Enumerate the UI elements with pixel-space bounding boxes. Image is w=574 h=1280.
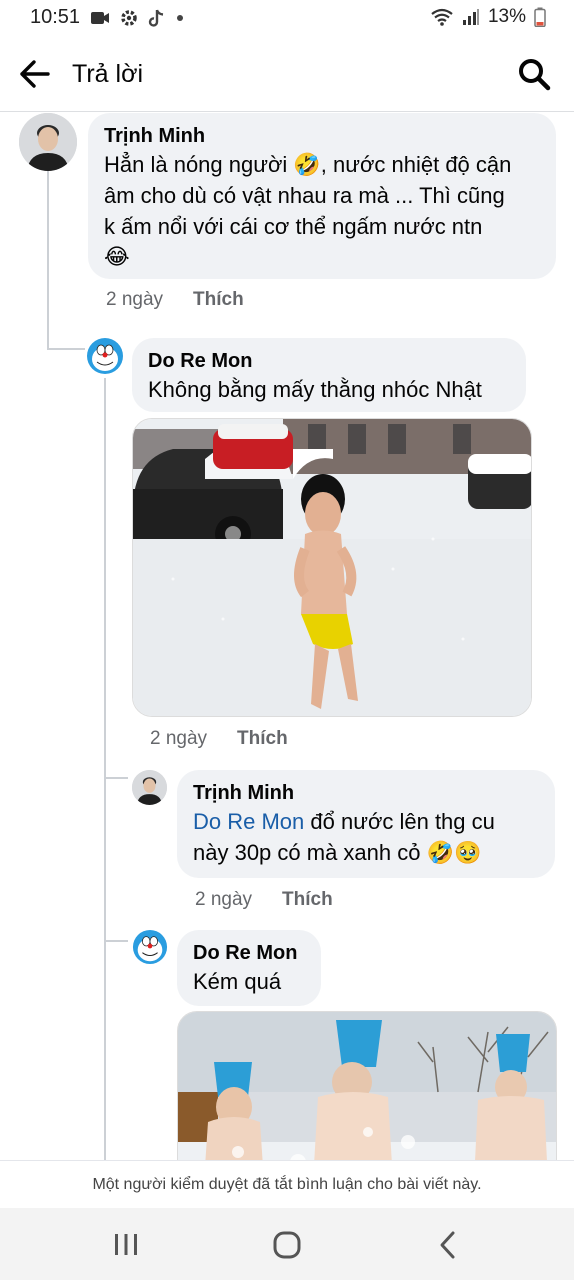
signal-icon [462, 9, 479, 25]
app-header: Trả lời [0, 36, 574, 112]
comment-author[interactable]: Do Re Mon [148, 348, 510, 374]
system-nav-bar [0, 1208, 574, 1280]
thread-line [47, 348, 85, 350]
comment-feed[interactable]: Trịnh Minh Hẳn là nóng người 🤣, nước nhi… [0, 113, 574, 1160]
comment-photo[interactable] [177, 1011, 557, 1160]
avatar[interactable] [132, 929, 168, 965]
comment-text-line: này 30p có mà xanh cỏ 🤣🥹 [193, 840, 482, 865]
snow-boy-photo [133, 419, 531, 716]
comment-bubble: Do Re Mon Không bằng mấy thằng nhóc Nhật [132, 338, 526, 412]
comment-meta: 2 ngày Thích [195, 889, 333, 911]
back-button[interactable] [16, 56, 56, 92]
thread-line [104, 777, 128, 779]
comment-photo[interactable] [132, 418, 532, 717]
comment-text-line: 😂 [104, 245, 130, 270]
battery-icon [534, 7, 546, 27]
tiktok-icon [148, 9, 164, 27]
recent-apps-button[interactable] [106, 1228, 146, 1262]
comment-meta: 2 ngày Thích [106, 289, 244, 311]
comment-text-line: Hẳn là nóng người 🤣, nước nhiệt độ cận [104, 152, 512, 177]
comment-text-line: âm cho dù có vật nhau ra mà ... Thì cũng [104, 183, 505, 208]
thread-line [47, 170, 49, 350]
like-button[interactable]: Thích [193, 289, 244, 311]
wifi-icon [431, 8, 453, 26]
dot-icon [177, 15, 183, 21]
comment-author[interactable]: Do Re Mon [193, 940, 305, 966]
thread-line [104, 940, 128, 942]
comment-text-line: Không bằng mấy thằng nhóc Nhật [148, 377, 482, 402]
comments-disabled-note: Một người kiểm duyệt đã tắt bình luận ch… [0, 1160, 574, 1208]
settings-icon [121, 10, 137, 26]
page-title: Trả lời [72, 60, 144, 88]
doraemon-avatar-icon [132, 929, 168, 965]
person-avatar-icon [19, 113, 77, 171]
status-bar: 10:51 13% [0, 0, 574, 36]
comment-text-line: Do Re Mon đổ nước lên thg cu [193, 806, 539, 837]
system-back-button[interactable] [428, 1228, 468, 1262]
bucket-kids-photo [178, 1012, 556, 1160]
avatar[interactable] [19, 113, 77, 171]
arrow-left-icon [20, 60, 50, 88]
recent-apps-icon [115, 1234, 137, 1255]
avatar[interactable] [132, 770, 167, 805]
comment-bubble: Do Re Mon Kém quá [177, 930, 321, 1006]
search-button[interactable] [516, 56, 552, 92]
like-button[interactable]: Thích [282, 889, 333, 911]
battery-percent: 13% [487, 6, 526, 27]
comment-meta: 2 ngày Thích [150, 728, 288, 750]
comment-author[interactable]: Trịnh Minh [104, 123, 540, 149]
avatar[interactable] [86, 337, 124, 375]
mention-link[interactable]: Do Re Mon [193, 809, 304, 834]
comment-author[interactable]: Trịnh Minh [193, 780, 539, 806]
home-button[interactable] [267, 1228, 307, 1262]
comment-text-line: Kém quá [193, 969, 282, 994]
person-avatar-icon [132, 770, 167, 805]
video-icon [91, 12, 109, 24]
back-icon [440, 1231, 455, 1259]
comment-bubble: Trịnh Minh Do Re Mon đổ nước lên thg cu … [177, 770, 555, 878]
comment-text-line: k ấm nổi với cái cơ thể ngấm nước ntn [104, 214, 483, 239]
comment-time: 2 ngày [195, 889, 253, 910]
status-icons-left [90, 8, 184, 28]
home-icon [273, 1231, 301, 1259]
comment-bubble: Trịnh Minh Hẳn là nóng người 🤣, nước nhi… [88, 113, 556, 279]
comment-time: 2 ngày [150, 728, 208, 749]
thread-line [104, 378, 106, 1160]
like-button[interactable]: Thích [237, 728, 288, 750]
status-icons-right: 13% [430, 6, 546, 28]
comment-text-fragment: đổ nước lên thg cu [304, 809, 495, 834]
search-icon [519, 59, 551, 91]
status-time: 10:51 [30, 6, 81, 28]
comment-time: 2 ngày [106, 289, 164, 310]
doraemon-avatar-icon [87, 338, 123, 374]
